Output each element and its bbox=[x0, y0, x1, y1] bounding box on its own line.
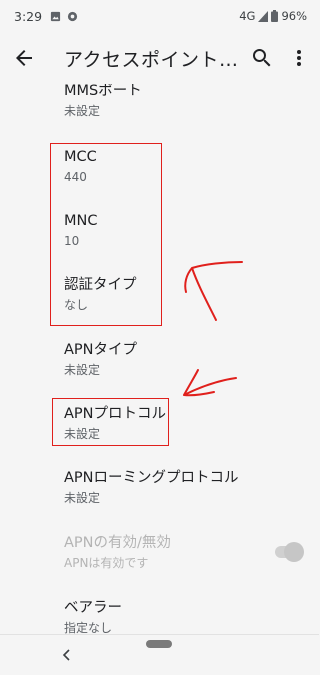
pref-apn-roaming-protocol[interactable]: APNローミングプロトコル 未設定 bbox=[64, 469, 294, 506]
status-time: 3:29 bbox=[14, 8, 43, 24]
pref-summary: 指定なし bbox=[64, 621, 113, 634]
app-bar: アクセスポイント… bbox=[0, 32, 319, 84]
pref-mms-port[interactable]: MMSポート 未設定 bbox=[64, 84, 294, 119]
home-pill-icon[interactable] bbox=[146, 640, 172, 648]
pref-apn-type[interactable]: APNタイプ 未設定 bbox=[64, 341, 294, 378]
back-arrow-icon[interactable] bbox=[12, 46, 36, 70]
apn-enable-toggle bbox=[272, 542, 304, 562]
image-icon bbox=[50, 11, 61, 21]
annotation-box-apn-protocol bbox=[52, 398, 169, 446]
page-title: アクセスポイント… bbox=[64, 49, 239, 71]
annotation-box-mcc-group bbox=[50, 143, 162, 326]
navigation-bar bbox=[0, 634, 319, 675]
pref-summary: 未設定 bbox=[64, 363, 101, 377]
battery-percent: 96% bbox=[281, 9, 307, 23]
status-right: 4G 96% bbox=[239, 9, 307, 23]
pref-title: APNローミングプロトコル bbox=[64, 470, 239, 486]
pref-title: APNの有効/無効 bbox=[64, 535, 171, 551]
pref-summary: 未設定 bbox=[64, 104, 101, 118]
pref-summary: APNは有効です bbox=[64, 556, 149, 570]
pref-title: ベアラー bbox=[64, 600, 122, 616]
nav-back-icon[interactable] bbox=[60, 648, 74, 662]
signal-icon bbox=[258, 10, 269, 22]
pref-title: MMSポート bbox=[64, 84, 142, 99]
network-label: 4G bbox=[239, 9, 256, 23]
pref-summary: 未設定 bbox=[64, 491, 101, 505]
more-vert-icon[interactable] bbox=[290, 46, 308, 70]
toggle-thumb bbox=[284, 542, 304, 562]
pref-title: APNタイプ bbox=[64, 342, 138, 358]
search-icon[interactable] bbox=[250, 46, 274, 70]
battery-icon bbox=[271, 10, 279, 22]
chrome-icon bbox=[67, 11, 78, 21]
pref-apn-enable: APNの有効/無効 APNは有効です bbox=[64, 534, 294, 571]
pref-bearer[interactable]: ベアラー 指定なし bbox=[64, 599, 294, 634]
status-bar: 3:29 4G 96% bbox=[0, 0, 319, 32]
